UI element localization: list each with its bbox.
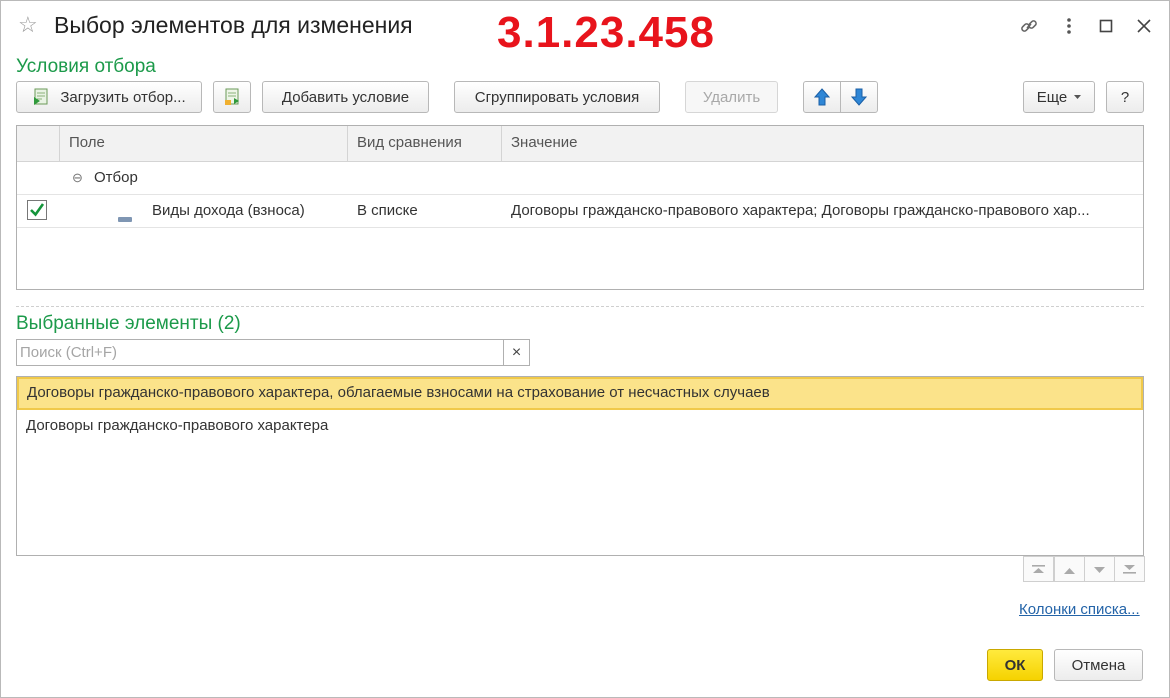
filter-conditions-table: Поле Вид сравнения Значение ⊖ Отбор Виды… — [16, 125, 1144, 290]
selected-section-title: Выбранные элементы (2) — [16, 313, 241, 334]
group-conditions-button[interactable]: Сгруппировать условия — [454, 81, 660, 113]
save-filter-button[interactable] — [213, 81, 251, 113]
condition-comparison: В списке — [357, 202, 418, 219]
more-vertical-icon[interactable] — [1057, 14, 1081, 38]
condition-checkbox[interactable] — [27, 200, 47, 224]
arrow-up-icon — [814, 88, 830, 106]
column-separator — [347, 126, 348, 161]
move-bottom-icon — [1123, 561, 1136, 578]
link-icon[interactable] — [1017, 14, 1041, 38]
list-item-label: Договоры гражданско-правового характера,… — [27, 384, 770, 401]
dropdown-arrow-icon — [1074, 95, 1082, 99]
condition-value: Договоры гражданско-правового характера;… — [511, 202, 1090, 219]
column-header-comparison[interactable]: Вид сравнения — [357, 134, 462, 151]
move-to-bottom-button[interactable] — [1114, 556, 1145, 582]
filter-section-title: Условия отбора — [16, 56, 156, 77]
condition-field: Виды дохода (взноса) — [152, 202, 305, 219]
ok-button[interactable]: ОК — [987, 649, 1043, 681]
move-down-list-button[interactable] — [1084, 556, 1115, 582]
load-filter-button[interactable]: Загрузить отбор... — [16, 81, 202, 113]
table-row[interactable]: Виды дохода (взноса) В списке Договоры г… — [17, 194, 1143, 228]
load-filter-label: Загрузить отбор... — [60, 88, 186, 106]
search-placeholder: Поиск (Ctrl+F) — [20, 344, 117, 361]
more-button[interactable]: Еще — [1023, 81, 1095, 113]
section-divider — [16, 306, 1144, 307]
arrow-down-icon — [851, 88, 867, 106]
more-label: Еще — [1036, 88, 1068, 106]
delete-label: Удалить — [702, 88, 761, 106]
cancel-button[interactable]: Отмена — [1054, 649, 1143, 681]
triangle-down-icon — [1093, 561, 1106, 578]
column-header-value[interactable]: Значение — [511, 134, 578, 151]
group-conditions-label: Сгруппировать условия — [474, 88, 640, 106]
column-separator — [501, 126, 502, 161]
add-condition-button[interactable]: Добавить условие — [262, 81, 429, 113]
help-button[interactable]: ? — [1106, 81, 1144, 113]
group-row-filter[interactable]: ⊖ Отбор — [17, 161, 1143, 195]
save-filter-icon — [222, 87, 242, 107]
table-header: Поле Вид сравнения Значение — [17, 126, 1143, 162]
close-icon[interactable] — [1132, 14, 1156, 38]
condition-field-icon — [118, 209, 132, 226]
move-top-icon — [1032, 561, 1045, 578]
list-item[interactable]: Договоры гражданско-правового характера,… — [17, 377, 1143, 410]
move-to-top-button[interactable] — [1023, 556, 1054, 582]
move-up-button[interactable] — [803, 81, 841, 113]
delete-button[interactable]: Удалить — [685, 81, 778, 113]
maximize-icon[interactable] — [1094, 14, 1118, 38]
window-title: Выбор элементов для изменения — [54, 12, 413, 38]
selected-elements-list: Договоры гражданско-правового характера,… — [16, 376, 1144, 556]
move-up-list-button[interactable] — [1054, 556, 1085, 582]
search-input[interactable]: Поиск (Ctrl+F) — [16, 339, 504, 366]
help-label: ? — [1120, 88, 1130, 106]
add-condition-label: Добавить условие — [281, 88, 410, 106]
favorite-star-icon[interactable]: ☆ — [18, 12, 38, 38]
column-header-field[interactable]: Поле — [69, 134, 105, 151]
ok-label: ОК — [1004, 656, 1026, 674]
cancel-label: Отмена — [1071, 656, 1126, 674]
triangle-up-icon — [1063, 561, 1076, 578]
list-item[interactable]: Договоры гражданско-правового характера — [17, 410, 1143, 443]
list-columns-link[interactable]: Колонки списка... — [1019, 601, 1140, 618]
clear-icon: × — [511, 343, 522, 361]
version-overlay: 3.1.23.458 — [497, 8, 715, 57]
load-filter-icon — [32, 87, 52, 107]
list-item-label: Договоры гражданско-правового характера — [26, 417, 329, 434]
collapse-icon[interactable]: ⊖ — [72, 170, 83, 186]
move-down-button[interactable] — [840, 81, 878, 113]
clear-search-button[interactable]: × — [503, 339, 530, 366]
group-label: Отбор — [94, 169, 138, 186]
column-separator — [59, 126, 60, 161]
